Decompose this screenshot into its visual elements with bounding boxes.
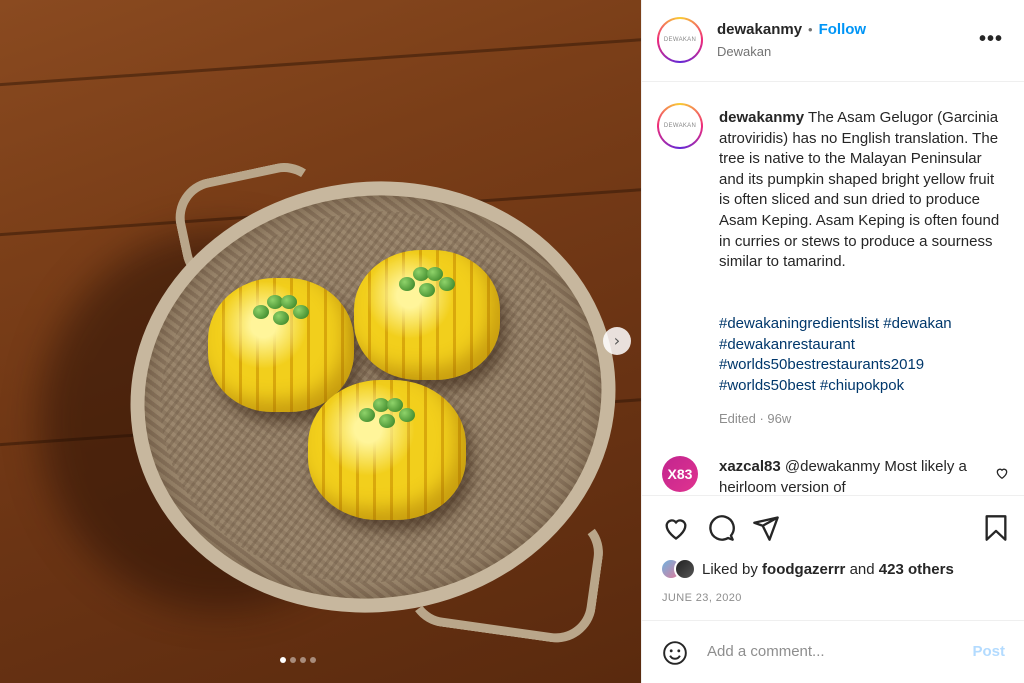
heart-icon[interactable] bbox=[662, 514, 690, 542]
comment-icon[interactable] bbox=[707, 514, 735, 542]
action-bar: Liked by foodgazerrr and 423 others JUNE… bbox=[642, 495, 1024, 620]
asam-gelugor-fruit bbox=[354, 250, 500, 380]
post-date[interactable]: JUNE 23, 2020 bbox=[662, 592, 742, 604]
liked-by-label: Liked by bbox=[702, 560, 758, 578]
follow-button[interactable]: Follow bbox=[819, 21, 867, 38]
likes-summary: Liked by foodgazerrr and 423 others bbox=[660, 558, 954, 580]
carousel-dot bbox=[280, 657, 286, 663]
carousel-dot bbox=[310, 657, 316, 663]
avatar-logo: DEWAKAN bbox=[659, 19, 701, 61]
caption-text: The Asam Gelugor (Garcinia atroviridis) … bbox=[719, 109, 1000, 271]
carousel-dot bbox=[300, 657, 306, 663]
avatar[interactable]: DEWAKAN bbox=[657, 17, 703, 63]
and-label: and bbox=[849, 560, 875, 578]
chevron-right-icon[interactable]: › bbox=[603, 327, 631, 355]
username[interactable]: dewakanmy bbox=[717, 21, 802, 38]
others-link[interactable]: 423 others bbox=[879, 561, 954, 578]
caption-username[interactable]: dewakanmy bbox=[719, 109, 804, 126]
wood-plank-line bbox=[0, 35, 641, 88]
hashtags[interactable]: #dewakaningredientslist #dewakan #dewaka… bbox=[719, 314, 1009, 396]
comment-input[interactable]: Add a comment... bbox=[707, 643, 825, 660]
post-side-panel: DEWAKAN dewakanmy • Follow Dewakan ••• D… bbox=[641, 0, 1024, 683]
post-button[interactable]: Post bbox=[972, 643, 1005, 660]
carousel-dot bbox=[290, 657, 296, 663]
post-photo[interactable]: › bbox=[0, 0, 641, 683]
liked-by-user[interactable]: foodgazerrr bbox=[762, 561, 845, 578]
post-header: DEWAKAN dewakanmy • Follow Dewakan ••• bbox=[642, 0, 1024, 82]
comment: xazcal83 @dewakanmy Most likely a heirlo… bbox=[719, 457, 979, 493]
separator: • bbox=[808, 22, 813, 37]
avatar[interactable]: DEWAKAN bbox=[657, 103, 703, 149]
share-icon[interactable] bbox=[752, 514, 780, 542]
avatar-logo: DEWAKAN bbox=[659, 105, 701, 147]
liker-avatar bbox=[674, 558, 696, 580]
comments-section[interactable]: DEWAKAN dewakanmy The Asam Gelugor (Garc… bbox=[642, 83, 1024, 493]
asam-gelugor-fruit bbox=[308, 380, 466, 520]
commenter-avatar[interactable]: X83 bbox=[662, 456, 698, 492]
more-horizontal-icon[interactable]: ••• bbox=[979, 28, 1003, 51]
edited-timestamp: Edited · 96w bbox=[719, 411, 792, 426]
location-link[interactable]: Dewakan bbox=[717, 44, 771, 59]
carousel-dots bbox=[280, 657, 316, 663]
caption: dewakanmy The Asam Gelugor (Garcinia atr… bbox=[719, 108, 1009, 273]
comment-username[interactable]: xazcal83 bbox=[719, 458, 781, 475]
bookmark-icon[interactable] bbox=[982, 514, 1010, 542]
emoji-icon[interactable] bbox=[662, 640, 688, 666]
add-comment-bar: Add a comment... Post bbox=[642, 620, 1024, 683]
heart-icon[interactable] bbox=[995, 466, 1009, 480]
